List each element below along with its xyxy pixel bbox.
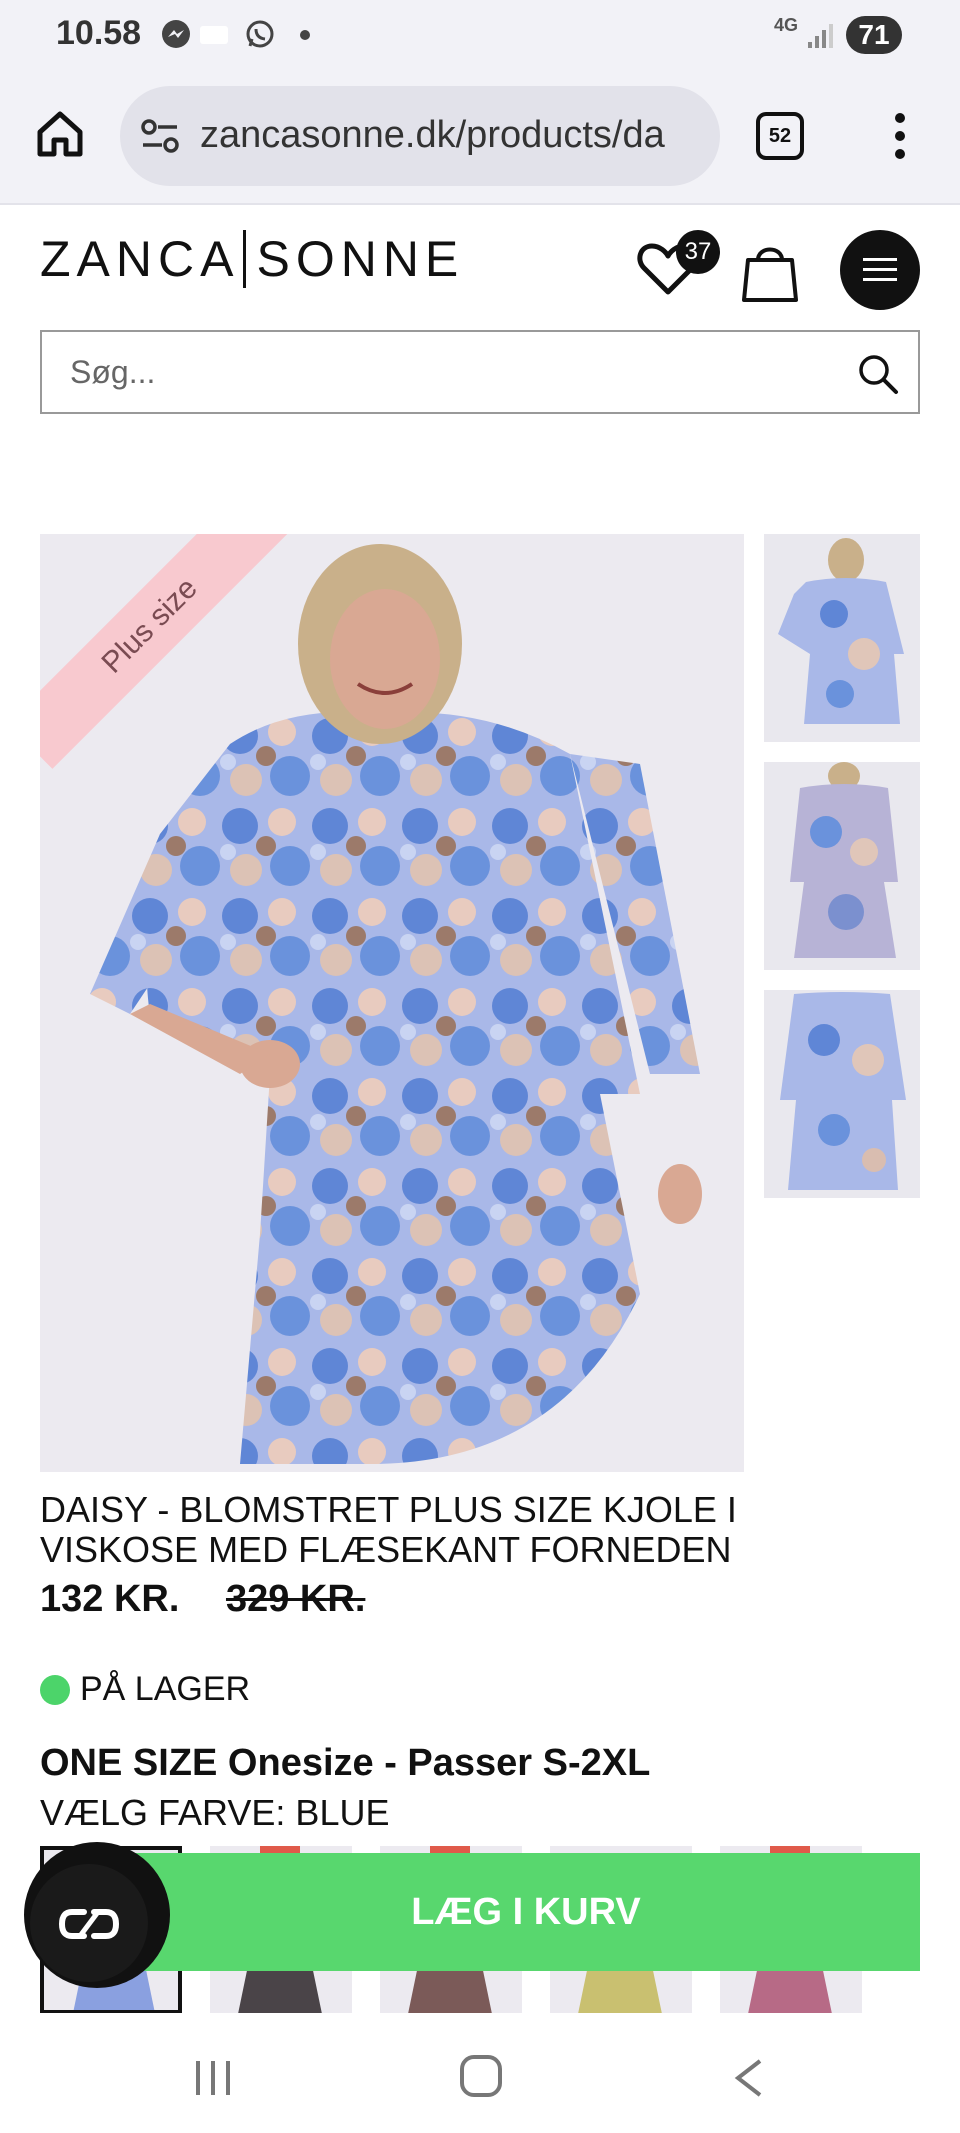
back-nav-icon[interactable] <box>730 2057 766 2099</box>
stock-status: PÅ LAGER <box>40 1670 250 1709</box>
notification-placeholder-icon <box>200 26 228 44</box>
search-input[interactable] <box>70 350 830 394</box>
android-nav-bar <box>0 2013 960 2133</box>
logo-left-text: ZANCA <box>40 231 240 287</box>
in-stock-dot-icon <box>40 1674 70 1705</box>
network-type: 4G <box>774 15 799 35</box>
menu-line-icon <box>863 258 897 261</box>
thumbnail-image <box>764 762 920 970</box>
size-label: ONE SIZE Onesize - Passer S-2XL <box>40 1742 651 1784</box>
stock-text: PÅ LAGER <box>80 1670 251 1708</box>
logo-divider <box>243 230 247 288</box>
more-options-icon[interactable] <box>880 110 920 162</box>
original-price: 329 KR. <box>225 1578 366 1620</box>
more-notifications-dot <box>300 30 310 40</box>
add-to-cart-button[interactable]: LÆG I KURV <box>132 1853 920 1971</box>
product-main-image[interactable]: Plus size <box>40 534 744 1472</box>
status-bar: 10.58 4G 71 <box>0 0 960 70</box>
price-row: 132 KR. 329 KR. <box>40 1578 365 1621</box>
chat-widget-button[interactable] <box>24 1842 170 1988</box>
site-settings-icon[interactable] <box>140 118 180 154</box>
product-thumbnail-2[interactable] <box>764 762 920 970</box>
search-box[interactable] <box>40 330 920 414</box>
site-logo[interactable]: ZANCA SONNE <box>40 228 464 290</box>
browser-home-icon[interactable] <box>34 108 86 160</box>
thumbnail-image <box>764 990 920 1198</box>
home-nav-icon[interactable] <box>460 2055 502 2097</box>
messenger-icon <box>162 20 190 48</box>
product-title: DAISY - BLOMSTRET PLUS SIZE KJOLE I VISK… <box>40 1489 737 1570</box>
menu-line-icon <box>863 268 897 271</box>
url-text[interactable]: zancasonne.dk/products/da <box>200 114 705 157</box>
product-thumbnail-3[interactable] <box>764 990 920 1198</box>
chat-widget-inner <box>30 1864 148 1982</box>
wishlist-count-badge: 37 <box>676 230 720 274</box>
product-thumbnail-1[interactable] <box>764 534 920 742</box>
address-bar[interactable]: zancasonne.dk/products/da <box>120 86 720 186</box>
sale-price: 132 KR. <box>40 1578 180 1620</box>
tab-switcher-button[interactable]: 52 <box>756 112 804 160</box>
shopping-bag-icon[interactable] <box>740 238 800 304</box>
whatsapp-icon <box>246 20 274 48</box>
search-icon[interactable] <box>856 352 900 396</box>
menu-button[interactable] <box>840 230 920 310</box>
chat-logo-icon <box>58 1909 120 1939</box>
recent-apps-icon[interactable] <box>192 2057 234 2099</box>
battery-indicator: 71 <box>846 16 902 54</box>
color-label: VÆLG FARVE: BLUE <box>40 1792 390 1833</box>
thumbnail-image <box>764 534 920 742</box>
status-time: 10.58 <box>56 14 142 52</box>
menu-line-icon <box>863 278 897 281</box>
browser-toolbar: zancasonne.dk/products/da 52 <box>0 70 960 205</box>
signal-icon <box>808 24 833 48</box>
logo-right-text: SONNE <box>256 231 465 287</box>
